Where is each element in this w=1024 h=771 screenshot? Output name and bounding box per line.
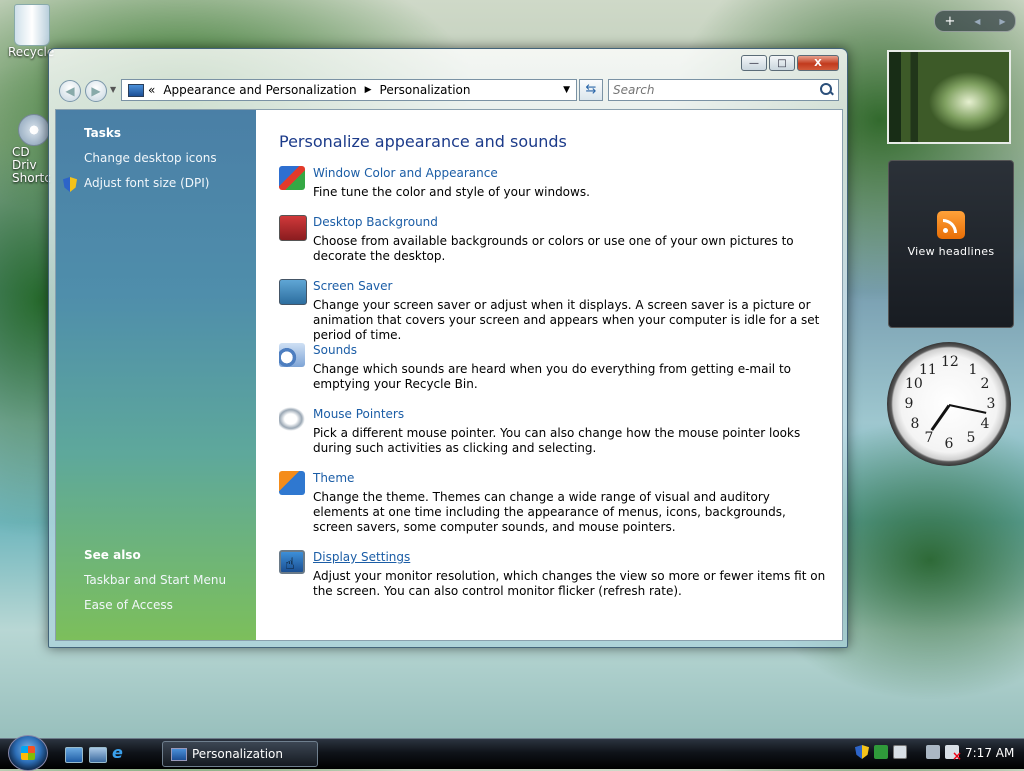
address-bar[interactable]: « Appearance and Personalization ▶ Perso… <box>121 79 577 101</box>
see-also-link-ease-of-access[interactable]: Ease of Access <box>84 598 173 612</box>
desktop-icon-recycle-bin[interactable]: Recycle <box>8 4 55 59</box>
back-arrow-icon: ◀ <box>65 84 75 98</box>
personalization-window: — □ X ◀ ▶ ▼ « Appearance and Personaliza… <box>48 48 848 648</box>
window-color-link[interactable]: Window Color and Appearance <box>313 166 498 180</box>
breadcrumb-personalization[interactable]: Personalization <box>380 83 471 97</box>
window-controls: — □ X <box>741 55 839 71</box>
internet-explorer-icon[interactable]: e <box>112 743 128 762</box>
mouse-pointers-link[interactable]: Mouse Pointers <box>313 407 404 421</box>
address-overflow-chevron[interactable]: « <box>148 83 155 97</box>
feed-label: View headlines <box>907 245 995 258</box>
recent-pages-dropdown[interactable]: ▼ <box>110 85 116 94</box>
desktop-background-icon <box>279 215 307 241</box>
task-pane: Tasks Change desktop icons Adjust font s… <box>56 110 256 640</box>
add-gadget-button[interactable]: + <box>944 14 955 29</box>
mouse-pointers-icon <box>279 407 305 431</box>
clock-number: 5 <box>966 430 976 446</box>
item-description: Adjust your monitor resolution, which ch… <box>313 569 826 598</box>
screen-saver-icon <box>279 279 307 305</box>
volume-muted-icon[interactable] <box>945 745 962 763</box>
back-button[interactable]: ◀ <box>59 80 81 102</box>
clock-number: 3 <box>986 396 996 412</box>
notification-area <box>855 745 962 763</box>
show-desktop-icon[interactable] <box>65 747 83 763</box>
control-panel-icon <box>171 747 187 761</box>
slideshow-gadget[interactable] <box>887 50 1011 144</box>
forward-button[interactable]: ▶ <box>85 80 107 102</box>
clock-gadget[interactable]: 12 1 2 3 4 5 6 7 8 9 10 11 <box>887 342 1011 466</box>
refresh-button[interactable]: ⇆ <box>579 79 603 101</box>
see-also-link-taskbar[interactable]: Taskbar and Start Menu <box>84 573 226 587</box>
navigation-bar: ◀ ▶ ▼ « Appearance and Personalization ▶… <box>57 79 839 103</box>
task-link-change-desktop-icons[interactable]: Change desktop icons <box>84 151 217 165</box>
taskbar-button-label: Personalization <box>192 747 283 761</box>
clock-number: 11 <box>919 362 937 378</box>
clock-number: 4 <box>980 416 990 432</box>
minimize-button[interactable]: — <box>741 55 767 71</box>
forward-arrow-icon: ▶ <box>91 84 101 98</box>
next-gadget-button[interactable]: ▶ <box>999 17 1005 26</box>
desktop-icon-cd-drive[interactable]: CD Driv Shortc <box>12 114 52 185</box>
network-icon[interactable] <box>893 745 907 759</box>
search-input[interactable] <box>609 82 817 98</box>
item-description: Pick a different mouse pointer. You can … <box>313 426 801 455</box>
see-also-heading: See also <box>84 548 141 562</box>
display-settings-link[interactable]: Display Settings <box>313 550 410 564</box>
search-icon[interactable] <box>817 81 835 99</box>
uac-shield-icon <box>63 177 77 192</box>
item-description: Choose from available backgrounds or col… <box>313 234 794 263</box>
tasks-heading: Tasks <box>84 126 122 140</box>
desktop-icon-label: Recycle <box>8 45 55 59</box>
task-link-adjust-font-size[interactable]: Adjust font size (DPI) <box>84 176 209 190</box>
clock-number: 12 <box>941 354 959 370</box>
desktop-icon-label-line2: Shortc <box>12 171 51 185</box>
theme-link[interactable]: Theme <box>313 471 354 485</box>
item-description: Fine tune the color and style of your wi… <box>313 185 590 199</box>
start-button[interactable] <box>8 735 48 771</box>
breadcrumb-separator-icon[interactable]: ▶ <box>365 85 372 95</box>
item-description: Change which sounds are heard when you d… <box>313 362 791 391</box>
control-panel-icon <box>128 83 144 97</box>
security-center-icon[interactable] <box>874 745 888 759</box>
security-shield-icon[interactable] <box>855 745 869 759</box>
taskbar-button-personalization[interactable]: Personalization <box>162 741 318 767</box>
cd-drive-icon <box>18 114 50 146</box>
window-client-area: Tasks Change desktop icons Adjust font s… <box>55 109 843 641</box>
feed-headlines-gadget[interactable]: View headlines <box>888 160 1014 328</box>
clock-number: 2 <box>980 376 990 392</box>
window-color-icon <box>279 166 305 190</box>
search-box <box>608 79 839 101</box>
theme-icon <box>279 471 305 495</box>
refresh-icon: ⇆ <box>585 82 597 97</box>
address-dropdown-icon[interactable]: ▼ <box>563 85 570 95</box>
screen-saver-link[interactable]: Screen Saver <box>313 279 392 293</box>
windows-logo-icon <box>21 746 35 760</box>
sidebar-controls: + ◀ ▶ <box>934 10 1016 32</box>
item-description: Change the theme. Themes can change a wi… <box>313 490 786 534</box>
rss-icon <box>937 211 965 239</box>
clock-number: 6 <box>944 436 954 452</box>
switch-windows-icon[interactable] <box>89 747 107 763</box>
network-disconnected-icon[interactable] <box>926 745 940 759</box>
sounds-icon <box>279 343 305 367</box>
clock-number: 10 <box>905 376 923 392</box>
page-title: Personalize appearance and sounds <box>279 132 567 151</box>
hand-cursor-icon: ☝ <box>285 554 295 573</box>
desktop-icon-label: CD Driv <box>12 145 37 172</box>
desktop-background-link[interactable]: Desktop Background <box>313 215 438 229</box>
breadcrumb-appearance-and-personalization[interactable]: Appearance and Personalization <box>163 83 356 97</box>
clock-number: 8 <box>910 416 920 432</box>
close-button[interactable]: X <box>797 55 839 71</box>
clock-hour-hand <box>930 404 951 431</box>
taskbar: e Personalization 7:17 AM <box>0 735 1024 771</box>
prev-gadget-button[interactable]: ◀ <box>974 17 980 26</box>
clock-number: 9 <box>904 396 914 412</box>
taskbar-clock[interactable]: 7:17 AM <box>965 746 1014 760</box>
clock-minute-hand <box>948 404 987 414</box>
recycle-bin-icon <box>14 4 50 46</box>
maximize-button[interactable]: □ <box>769 55 795 71</box>
sounds-link[interactable]: Sounds <box>313 343 357 357</box>
clock-number: 7 <box>924 430 934 446</box>
item-description: Change your screen saver or adjust when … <box>313 298 820 342</box>
